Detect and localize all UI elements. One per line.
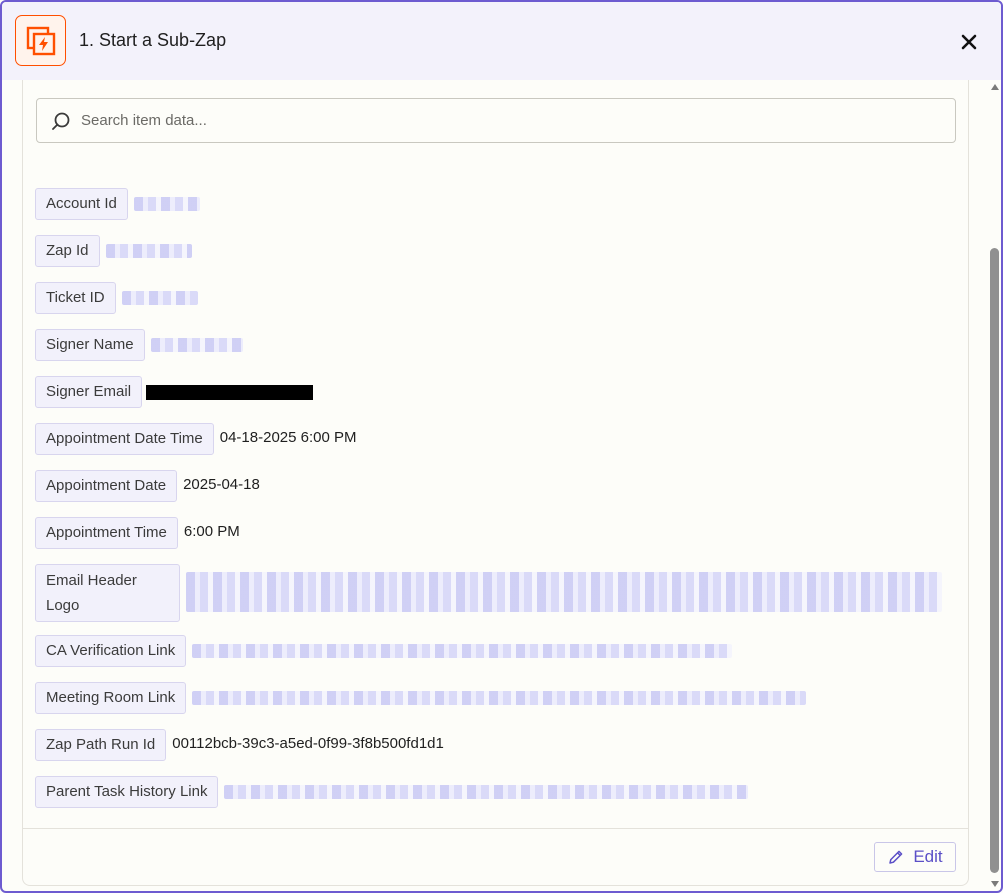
close-icon [961,34,977,50]
field-row-appointment-date: Appointment Date 2025-04-18 [35,470,260,502]
field-label-signer-email[interactable]: Signer Email [35,376,143,408]
search-icon [50,110,72,137]
redacted-value [186,572,942,612]
search-input[interactable] [81,99,941,142]
field-row-zap-id: Zap Id [35,235,192,267]
modal-window: 1. Start a Sub-Zap Account Id Zap Id [0,0,1003,893]
field-label-signer-name[interactable]: Signer Name [35,329,145,361]
field-row-ticket-id: Ticket ID [35,282,198,314]
sub-zap-icon [15,15,66,66]
field-label-appointment-date-time[interactable]: Appointment Date Time [35,423,214,455]
field-row-signer-name: Signer Name [35,329,243,361]
item-data-panel: Account Id Zap Id Ticket ID Signer Name … [22,80,969,886]
field-label-zap-id[interactable]: Zap Id [35,235,100,267]
field-label-appointment-date[interactable]: Appointment Date [35,470,178,502]
field-label-zap-path-run-id[interactable]: Zap Path Run Id [35,729,167,761]
scrollbar-thumb[interactable] [990,248,999,873]
field-label-parent-task-history-link[interactable]: Parent Task History Link [35,776,219,808]
redacted-value [133,197,200,211]
field-row-meeting-room-link: Meeting Room Link [35,682,807,714]
field-row-email-header-logo: Email Header Logo [35,564,942,622]
edit-button[interactable]: Edit [874,842,956,872]
field-label-meeting-room-link[interactable]: Meeting Room Link [35,682,187,714]
field-row-ca-verification-link: CA Verification Link [35,635,733,667]
field-label-ca-verification-link[interactable]: CA Verification Link [35,635,187,667]
field-row-account-id: Account Id [35,188,200,220]
field-row-appointment-time: Appointment Time 6:00 PM [35,517,240,549]
redacted-value [105,244,192,258]
field-row-zap-path-run-id: Zap Path Run Id 00112bcb-39c3-a5ed-0f99-… [35,729,444,761]
modal-header: 1. Start a Sub-Zap [2,2,1001,80]
edit-button-label: Edit [913,847,943,866]
field-row-signer-email: Signer Email [35,376,314,408]
redacted-value [192,644,733,658]
field-label-account-id[interactable]: Account Id [35,188,128,220]
search-box [36,98,956,143]
scroll-up-arrow-icon[interactable] [990,83,1000,91]
close-button[interactable] [956,29,982,55]
scroll-down-arrow-icon[interactable] [990,880,1000,888]
field-value-appointment-date: 2025-04-18 [183,476,260,493]
redacted-value [121,291,198,305]
field-label-appointment-time[interactable]: Appointment Time [35,517,178,549]
redacted-value [150,338,243,352]
field-row-parent-task-history-link: Parent Task History Link [35,776,749,808]
field-label-email-header-logo[interactable]: Email Header Logo [35,564,180,622]
field-label-ticket-id[interactable]: Ticket ID [35,282,116,314]
redacted-value [192,691,807,705]
vertical-scrollbar[interactable] [987,80,1001,891]
pencil-icon [889,850,903,864]
redacted-value [224,785,749,799]
redacted-value [146,385,314,400]
footer-divider [23,828,968,829]
field-value-appointment-date-time: 04-18-2025 6:00 PM [219,429,357,446]
field-value-appointment-time: 6:00 PM [183,523,240,540]
field-row-appointment-date-time: Appointment Date Time 04-18-2025 6:00 PM [35,423,357,455]
field-value-zap-path-run-id: 00112bcb-39c3-a5ed-0f99-3f8b500fd1d1 [172,735,444,752]
modal-title: 1. Start a Sub-Zap [79,30,227,50]
